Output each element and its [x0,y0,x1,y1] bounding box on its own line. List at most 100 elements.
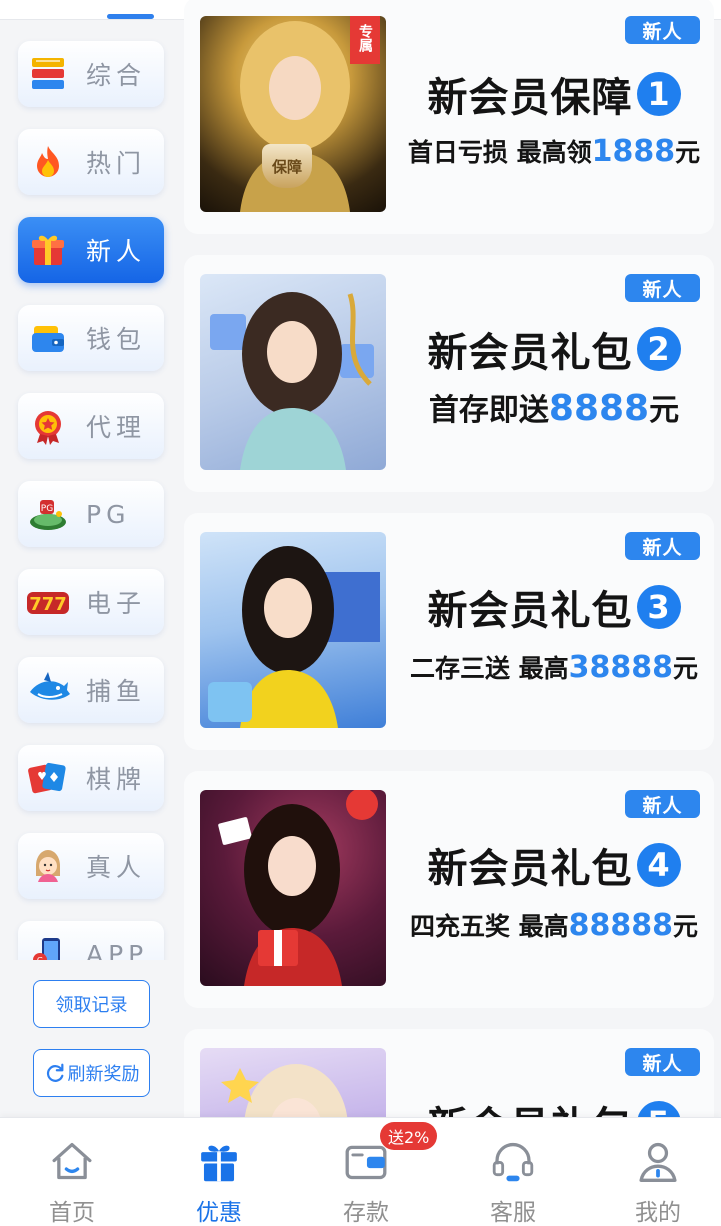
sidebar-item-app[interactable]: G APP [18,921,164,960]
promo-unit: 元 [649,393,680,428]
gift-icon [201,1145,237,1182]
wallet-icon [22,312,74,364]
sidebar-item-label: 棋牌 [86,765,147,794]
promo-sub-text: 二存三送 最高 [409,654,569,683]
promo-tag: 新人 [625,790,700,818]
refresh-icon [46,1063,63,1082]
promo-card[interactable]: 新人 新会员礼包 2 首存即送8888元 [184,255,714,492]
promo-sub-text: 首日亏损 最高领 [407,138,592,167]
sidebar-item-slots[interactable]: 777 电子 [18,569,164,635]
sidebar-item-all[interactable]: 综合 [18,41,164,107]
promo-number-badge: 2 [636,327,681,371]
promo-number-badge: 3 [636,585,681,629]
sidebar-item-label: 新人 [86,237,147,266]
shark-icon [22,664,74,716]
promo-title-text: 新会员礼包 [427,588,633,634]
promo-amount: 88888 [568,908,674,943]
sidebar-item-wallet[interactable]: 钱包 [18,305,164,371]
sidebar-item-label: 钱包 [86,325,147,354]
nav-support[interactable]: 客服 [441,1118,585,1226]
promo-subtitle: 二存三送 最高38888元 [394,649,714,685]
sidebar-item-fishing[interactable]: 捕鱼 [18,657,164,723]
promo-title-text: 新会员礼包 [427,330,633,376]
headset-icon [492,1142,534,1182]
promo-title: 新会员礼包 3 [394,578,714,636]
promo-title: 新会员礼包 4 [394,836,714,894]
sidebar-item-hot[interactable]: 热门 [18,129,164,195]
deposit-bonus-badge: 送2% [380,1122,438,1150]
sidebar-item-label: 热门 [86,149,147,178]
nav-label: 首页 [49,1200,95,1226]
bottom-nav: 首页 优惠 存款 送2% 客服 我的 [0,1117,721,1226]
promo-title: 新会员保障 1 [394,65,714,123]
promo-tag: 新人 [625,1048,700,1076]
svg-text:777: 777 [29,594,67,615]
app-phone-icon: G [22,928,74,960]
slot-777-icon: 777 [22,576,74,628]
gift-icon [22,224,74,276]
promo-unit: 元 [673,654,699,683]
sidebar-item-label: 电子 [86,589,147,618]
promo-amount: 1888 [591,134,676,169]
promo-unit: 元 [675,138,701,167]
svg-text:G: G [37,956,43,960]
promo-card[interactable]: 专属 保障 新人 新会员保障 1 首日亏损 最高领1888元 [184,0,714,234]
promo-image [200,274,386,470]
nav-home[interactable]: 首页 [0,1118,144,1226]
claim-record-button[interactable]: 领取记录 [33,980,150,1028]
promo-image [200,790,386,986]
promo-card[interactable]: 新人 新会员礼包 4 四充五奖 最高88888元 [184,771,714,1008]
category-sidebar[interactable]: 综合 热门 新人 钱包 代理 PG PG 777 电子 捕鱼 棋牌 真人 APP [0,20,180,960]
promo-title-text: 新会员保障 [427,75,633,121]
sidebar-item-chess-cards[interactable]: 棋牌 [18,745,164,811]
sidebar-item-label: 代理 [86,413,147,442]
promo-image: 专属 保障 [200,16,386,212]
refresh-reward-label: 刷新奖励 [67,1064,140,1085]
dealer-icon [22,840,74,892]
promo-subtitle: 四充五奖 最高88888元 [394,907,714,943]
stack-icon [22,48,74,100]
user-icon [639,1142,677,1182]
sidebar-item-label: 综合 [86,61,147,90]
promo-title-text: 新会员礼包 [427,846,633,892]
sidebar-item-label: 真人 [86,853,147,882]
sidebar-item-label: APP [86,939,149,961]
promo-tag: 新人 [625,274,700,302]
promo-image [200,532,386,728]
promo-tag: 新人 [625,532,700,560]
promo-subtitle: 首日亏损 最高领1888元 [394,133,714,169]
promo-number-badge: 4 [636,843,681,887]
exclusive-badge: 专属 [350,16,380,64]
sidebar-item-label: 捕鱼 [86,677,147,706]
pg-game-icon: PG [22,488,74,540]
sidebar-item-agent[interactable]: 代理 [18,393,164,459]
promo-unit: 元 [673,912,699,941]
promo-amount: 8888 [548,388,650,429]
sidebar-item-live[interactable]: 真人 [18,833,164,899]
nav-label: 存款 [343,1200,389,1226]
sidebar-item-pg[interactable]: PG PG [18,481,164,547]
nav-promotions[interactable]: 优惠 [147,1118,291,1226]
promo-subtitle: 首存即送8888元 [394,385,714,429]
flame-icon [22,136,74,188]
nav-label: 我的 [635,1200,681,1226]
promo-sub-text: 四充五奖 最高 [409,912,569,941]
top-tab-indicator [107,14,154,19]
nav-label: 客服 [490,1200,536,1226]
guarantee-shield: 保障 [262,144,312,188]
svg-text:PG: PG [41,504,53,514]
promo-tag: 新人 [625,16,700,44]
home-icon [52,1142,92,1180]
sidebar-item-newbie[interactable]: 新人 [18,217,164,283]
medal-icon [22,400,74,452]
nav-label: 优惠 [196,1200,242,1226]
promo-card[interactable]: 新人 新会员礼包 3 二存三送 最高38888元 [184,513,714,750]
promo-amount: 38888 [568,650,674,685]
sidebar-item-label: PG [86,499,131,529]
nav-profile[interactable]: 我的 [586,1118,721,1226]
promo-number-badge: 1 [636,72,681,116]
refresh-reward-button[interactable]: 刷新奖励 [33,1049,150,1097]
cards-icon [22,752,74,804]
promo-title: 新会员礼包 2 [394,320,714,378]
promo-sub-text: 首存即送 [428,393,549,428]
